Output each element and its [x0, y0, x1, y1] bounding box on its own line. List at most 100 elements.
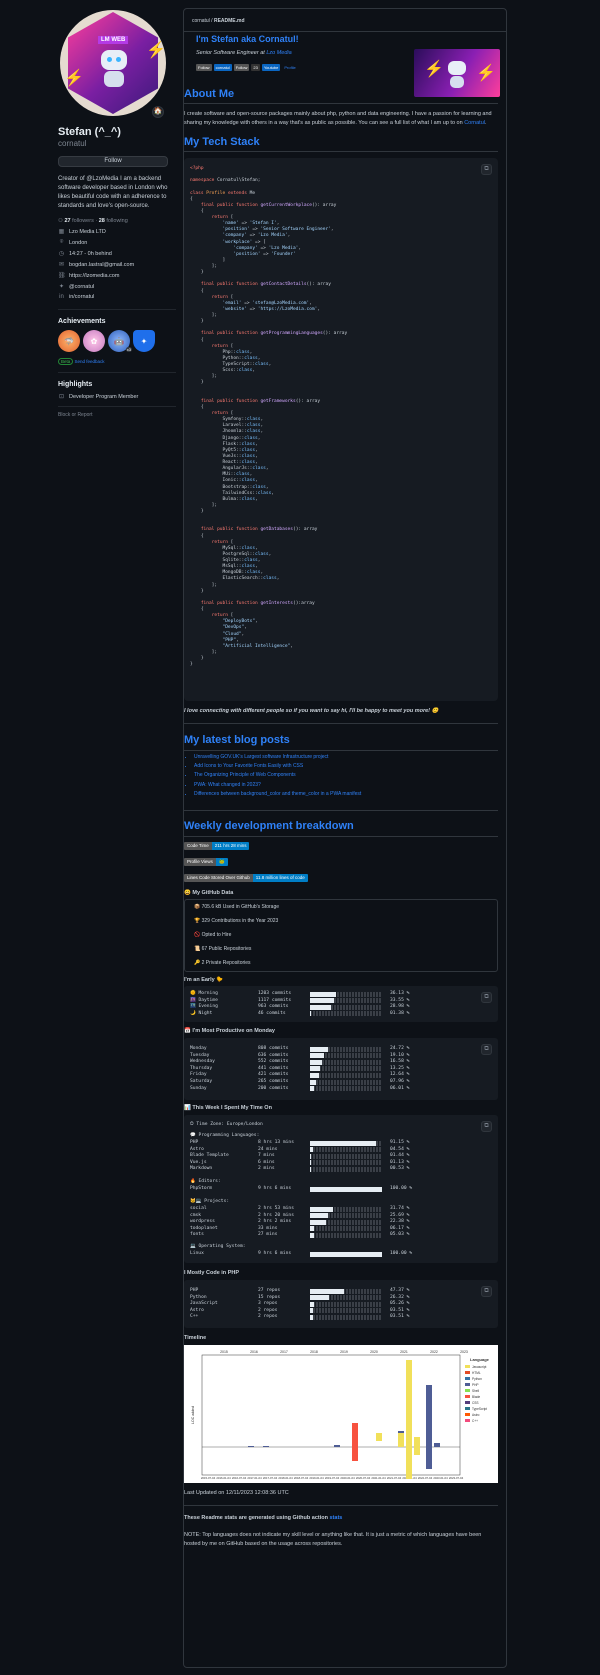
profile-detail-text[interactable]: https://lzomedia.com — [69, 273, 119, 279]
stat-progress-fill — [310, 1219, 327, 1225]
followers-count[interactable]: 27 — [64, 218, 70, 224]
stat-label: cmsk — [190, 1212, 202, 1218]
copy-icon[interactable]: ⧉ — [481, 164, 492, 175]
shield-right: 11.8 million lines of code — [252, 874, 308, 882]
stat-label: wordpress — [190, 1219, 215, 1225]
stat-label: 🌙 Night — [190, 1010, 213, 1016]
count-badge[interactable]: 23 — [251, 64, 260, 71]
achievement-quickdraw-icon[interactable]: 🤖 x3 — [108, 330, 132, 352]
followers-label[interactable]: followers — [72, 218, 94, 224]
stat-heading: 🕑︎ Time Zone: Europe/London — [190, 1122, 263, 1127]
early-stats-block[interactable]: ⧉ 🌞 Morning 1203 commits 36.13 % 🌆 Daytime 11… — [184, 986, 498, 1022]
productive-stats-block[interactable]: ⧉ Monday 808 commits 24.72 % Tuesday 636 comm… — [184, 1038, 498, 1100]
stat-percent: 22.38 % — [390, 1219, 410, 1225]
copy-icon[interactable]: ⧉ — [481, 1044, 492, 1055]
legend-label: Javascript — [472, 1365, 486, 1369]
status-emoji[interactable]: 🏠 — [152, 106, 164, 118]
avatar[interactable]: LM WEB ⚡ ⚡ — [60, 10, 166, 116]
twitter-follow-badge[interactable]: Follow — [196, 64, 212, 71]
copy-icon[interactable]: ⧉ — [481, 1121, 492, 1132]
send-feedback-link[interactable]: Send feedback — [75, 359, 105, 364]
following-count[interactable]: 28 — [99, 218, 105, 224]
shield-left: Profile Views — [184, 858, 216, 866]
achievement-yolo-icon[interactable]: ✿ — [83, 330, 105, 352]
stat-progress-fill — [310, 1140, 376, 1146]
blog-post-link[interactable]: Differences between background_color and… — [194, 790, 361, 799]
stat-percent: 100.00 % — [390, 1251, 413, 1256]
profile-detail-row[interactable]: in in/cornatul — [58, 294, 176, 300]
linkedin-badge[interactable]: cornatul — [213, 64, 232, 71]
x-tick-label: 2018-01-04 — [278, 1476, 293, 1480]
stat-percent: 04.54 % — [390, 1146, 410, 1152]
achievement-arctic-shield-icon[interactable]: ✦ — [133, 330, 155, 352]
blog-title: My latest blog posts — [184, 734, 290, 746]
stat-progress-bar — [310, 1053, 382, 1059]
profile-image-link[interactable]: Profile — [282, 64, 297, 71]
profile-detail-row[interactable]: ✦ @cornatul — [58, 283, 176, 291]
block-report-link[interactable]: Block or Report — [58, 406, 176, 418]
stat-progress-bar — [310, 1011, 382, 1017]
stat-amount: 963 commits — [258, 1004, 289, 1010]
robot-head — [101, 50, 127, 70]
blog-post-link[interactable]: Unravelling GOV.UK's Largest software In… — [194, 753, 361, 762]
code-square-icon: ⊡ — [58, 394, 65, 400]
y-axis-label: LOC added — [191, 1406, 195, 1424]
github-follow-badge[interactable]: Follow — [233, 64, 250, 71]
stat-heading: 🔥 Editors: — [190, 1179, 221, 1184]
stat-label: Friday — [190, 1072, 207, 1078]
stat-percent: 03.51 % — [390, 1307, 410, 1313]
blog-post-link[interactable]: Add Icons to Your Favorite Fonts Easily … — [194, 762, 361, 771]
stat-amount: 9 hrs 6 mins — [258, 1186, 292, 1191]
timeline-bar — [352, 1447, 358, 1461]
profile-detail-text[interactable]: in/cornatul — [69, 294, 94, 300]
divider — [184, 810, 498, 811]
stat-label: Tuesday — [190, 1052, 210, 1058]
company-link[interactable]: Lzo Media — [266, 50, 291, 56]
stat-percent: 01.38 % — [390, 1010, 410, 1016]
highlight-item[interactable]: Developer Program Member — [69, 394, 138, 400]
youtube-badge[interactable]: Youtube — [261, 64, 281, 71]
profile-detail-text: London — [69, 239, 88, 246]
stat-progress-fill — [310, 998, 335, 1004]
stat-amount: 552 commits — [258, 1059, 289, 1065]
early-title: I'm an Early 🐤 — [184, 977, 224, 983]
profile-detail-text[interactable]: @cornatul — [69, 284, 94, 290]
copy-icon[interactable]: ⧉ — [481, 1286, 492, 1297]
week-stats-block[interactable]: ⧉ 🕑︎ Time Zone: Europe/London 💬 Programmin… — [184, 1115, 498, 1263]
timeline-bar — [426, 1385, 432, 1447]
tech-stack-code-block[interactable]: ⧉ <?php namespace Cornatul\Stefan; class… — [184, 158, 498, 701]
mostly-stats-block[interactable]: ⧉ PHP 27 repos 47.37 % Python 15 repos 26.32 %… — [184, 1280, 498, 1328]
stat-label: Blade Template — [190, 1153, 229, 1159]
profile-detail-text[interactable]: bogdan.lastral@gmail.com — [69, 262, 134, 268]
code-time-badge[interactable]: Code Time 211 hrs 28 mins — [184, 842, 250, 850]
readme-user[interactable]: cornatul — [192, 18, 210, 24]
x-tick-label: 2023-07-04 — [449, 1476, 464, 1480]
connect-text: I love connecting with different people … — [184, 708, 439, 714]
stat-progress-fill — [310, 1251, 382, 1257]
profile-detail-row[interactable]: ⛓ https://lzomedia.com — [58, 272, 176, 280]
stats-link[interactable]: stats — [330, 1515, 343, 1521]
copy-icon[interactable]: ⧉ — [481, 992, 492, 1003]
about-link[interactable]: Cornatul — [464, 120, 485, 126]
profile-detail-row[interactable]: ✉ bogdan.lastral@gmail.com — [58, 261, 176, 269]
shield-left: Lines Code Stored Over Github — [184, 874, 253, 882]
follow-counts: ⚇ 27 followers · 28 following — [58, 218, 128, 224]
follow-button[interactable]: Follow — [58, 156, 168, 167]
about-text: I create software and open-source packag… — [184, 111, 492, 126]
following-label[interactable]: following — [106, 218, 127, 224]
blog-post-link[interactable]: The Organizing Principle of Web Componen… — [194, 771, 361, 780]
divider — [184, 1505, 498, 1506]
timeline-bar — [263, 1446, 269, 1447]
stat-progress-bar — [310, 1004, 382, 1010]
profile-views-badge[interactable]: Profile Views 🐸 — [184, 858, 228, 866]
stat-percent: 25.69 % — [390, 1212, 410, 1218]
achievement-pull-shark-icon[interactable]: 🦈 — [58, 330, 80, 352]
about-body: I create software and open-source packag… — [184, 111, 492, 126]
x-tick-label: 2015-07-04 — [201, 1476, 216, 1480]
lines-of-code-badge[interactable]: Lines Code Stored Over Github 11.8 millio… — [184, 874, 308, 882]
profile-bio: Creator of @LzoMedia I am a backend soft… — [58, 176, 168, 209]
stat-label: Markdown — [190, 1166, 213, 1172]
blog-post-link[interactable]: PWA: What changed in 2023? — [194, 781, 361, 790]
readme-file[interactable]: README.md — [214, 18, 245, 24]
timeline-chart: 2015 2016 2017 2018 2019 2020 2021 2022 2023 2015… — [184, 1345, 498, 1483]
